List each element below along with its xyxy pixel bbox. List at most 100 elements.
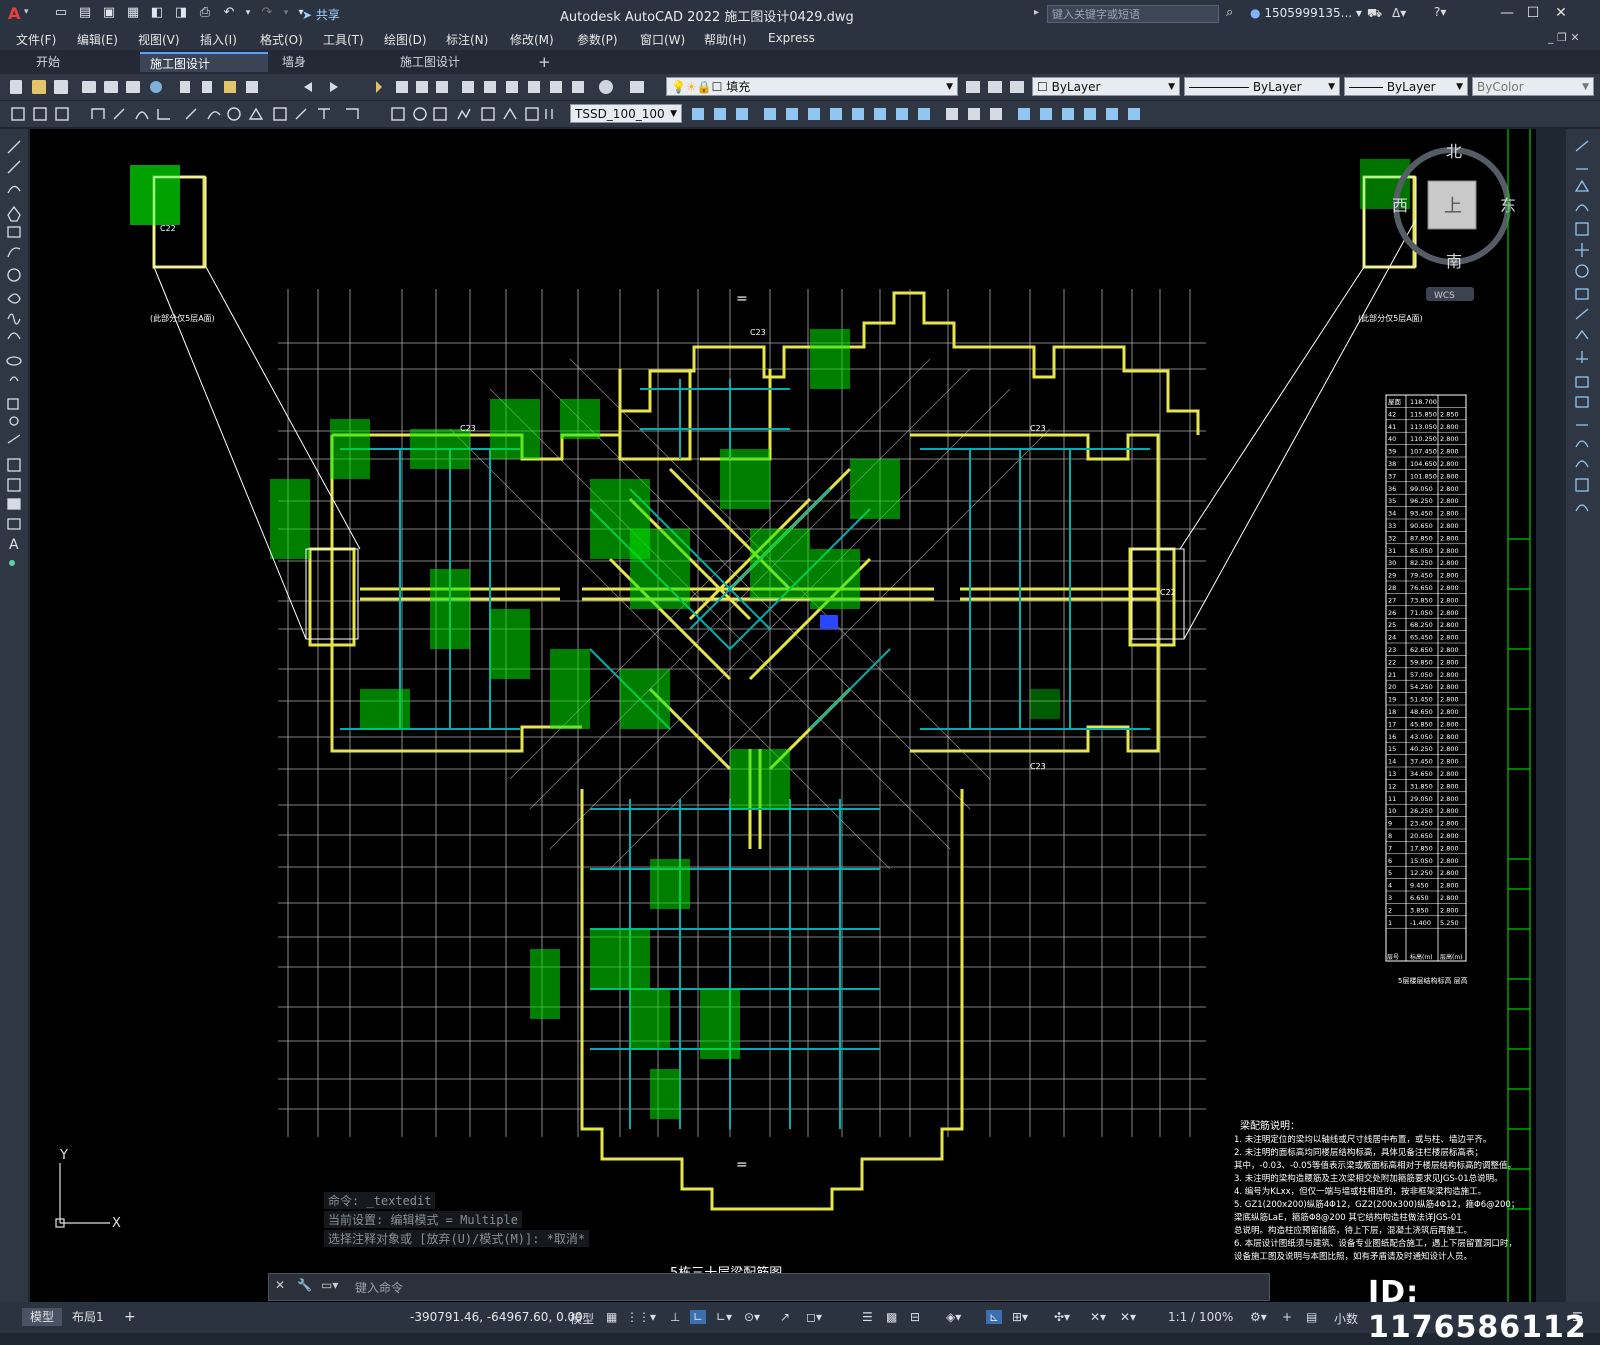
table-cell: 42 bbox=[1388, 410, 1396, 418]
autodesk-a360-icon[interactable]: Δ▾ bbox=[1392, 6, 1406, 20]
annotation-scale-value[interactable]: 1:1 / 100% bbox=[1168, 1310, 1233, 1324]
title-bar: A ▾ ▭ ▤ ▣ ▦ ◧ ◨ ⎙ ↶ ▾ ↷ ▾ ▾ ➤ 共享 Autodes… bbox=[0, 0, 1600, 28]
tab-active-drawing[interactable]: 施工图设计0429*✕ bbox=[140, 52, 268, 91]
menu-help[interactable]: 帮助(H) bbox=[704, 31, 746, 48]
drawing-canvas[interactable]: (此部分仅5层A面) (此部分仅5层A面) C23 C23 C23 C23 C2… bbox=[30, 129, 1536, 1302]
redo-icon[interactable]: ↷ bbox=[258, 5, 276, 21]
menu-view[interactable]: 视图(V) bbox=[138, 31, 180, 48]
floor-plan-drawing[interactable]: (此部分仅5层A面) (此部分仅5层A面) C23 C23 C23 C23 C2… bbox=[30, 129, 1536, 1302]
app-menu-chevron-icon[interactable]: ▾ bbox=[24, 7, 29, 17]
minimize-icon[interactable]: — bbox=[1496, 4, 1518, 22]
share-button[interactable]: ➤ 共享 bbox=[302, 6, 340, 23]
annotation-scale-icon[interactable]: ✕▾ bbox=[1120, 1310, 1136, 1324]
table-cell: 屋面 bbox=[1388, 398, 1402, 406]
osnap-tracking-icon[interactable]: ⊙▾ bbox=[744, 1310, 760, 1324]
menu-parametric[interactable]: 参数(P) bbox=[577, 31, 618, 48]
save-as-icon[interactable]: ▦ bbox=[124, 5, 142, 21]
table-cell: 7 bbox=[1388, 844, 1392, 852]
menu-format[interactable]: 格式(O) bbox=[260, 31, 303, 48]
units-icon[interactable]: ▤ bbox=[1306, 1310, 1317, 1324]
menu-dimension[interactable]: 标注(N) bbox=[446, 31, 488, 48]
doc-window-controls[interactable]: _ ❐ ✕ bbox=[1548, 31, 1580, 44]
open-folder-icon[interactable]: ▤ bbox=[76, 5, 94, 21]
ortho-icon[interactable]: ⊥ bbox=[670, 1310, 680, 1324]
gizmo-icon[interactable]: ✣▾ bbox=[1054, 1310, 1070, 1324]
object-snap-icon[interactable]: ↗ bbox=[780, 1310, 790, 1324]
search-input[interactable]: 键入关键字或短语 bbox=[1047, 5, 1219, 23]
units-value[interactable]: 小数 bbox=[1334, 1310, 1358, 1327]
command-line[interactable]: ✕ 🔧 ▭▾ 键入命令 bbox=[268, 1273, 1270, 1301]
menu-file[interactable]: 文件(F) bbox=[16, 31, 56, 48]
lineweight-dropdown[interactable]: ByLayer ▼ bbox=[1344, 77, 1468, 96]
selection-cycling-icon[interactable]: ⊟ bbox=[910, 1310, 920, 1324]
plus-icon[interactable]: + bbox=[1282, 1310, 1292, 1324]
color-dropdown[interactable]: ☐ ByLayer ▼ bbox=[1032, 77, 1180, 96]
dimstyle-dropdown[interactable]: TSSD_100_100 ▼ bbox=[570, 104, 682, 123]
autocad-logo[interactable]: A bbox=[8, 4, 20, 23]
tab-model[interactable]: 模型 bbox=[22, 1308, 63, 1326]
save-icon[interactable]: ▣ bbox=[100, 5, 118, 21]
dynamic-ucs-icon[interactable]: ⊾ bbox=[986, 1310, 1003, 1324]
draw-tool-icons[interactable]: A bbox=[0, 129, 28, 569]
redo-dropdown-icon[interactable]: ▾ bbox=[282, 5, 290, 21]
plot-icon[interactable]: ⎙ bbox=[196, 5, 214, 21]
wrench-icon[interactable]: 🔧 bbox=[297, 1278, 312, 1292]
layer-tools-icons[interactable] bbox=[964, 78, 1030, 96]
modify-tool-icons[interactable] bbox=[1566, 129, 1600, 519]
annotation-visibility-icon[interactable]: ✕▾ bbox=[1090, 1310, 1106, 1324]
lineweight-icon[interactable]: ☰ bbox=[862, 1310, 873, 1324]
tab-wall-section[interactable]: 墙身*✕ bbox=[272, 52, 382, 89]
close-icon[interactable]: ✕ bbox=[275, 1278, 285, 1292]
new-file-icon[interactable]: ▭ bbox=[52, 5, 70, 21]
command-input[interactable]: 键入命令 bbox=[355, 1279, 403, 1296]
3d-osnap-icon[interactable]: ◈▾ bbox=[946, 1310, 961, 1324]
save-web-icon[interactable]: ◨ bbox=[172, 5, 190, 21]
dimension-tool-icons[interactable] bbox=[6, 105, 566, 123]
tab-start[interactable]: 开始 bbox=[26, 52, 134, 72]
layer-dropdown[interactable]: 💡☀🔒☐ 填充 ▼ bbox=[666, 77, 958, 96]
tssd-tool-icons[interactable] bbox=[688, 105, 1178, 123]
menu-window[interactable]: 窗口(W) bbox=[640, 31, 685, 48]
linetype-dropdown[interactable]: ByLayer ▼ bbox=[1184, 77, 1340, 96]
close-icon[interactable]: ✕ bbox=[1550, 4, 1572, 22]
user-account[interactable]: ● 1505999135... ▾ bbox=[1250, 6, 1362, 20]
tab-drawing-0311[interactable]: 施工图设计0311*✕ bbox=[390, 52, 522, 89]
table-cell: 31.850 bbox=[1410, 782, 1433, 790]
plotstyle-dropdown[interactable]: ByColor ▼ bbox=[1472, 77, 1594, 96]
transparency-icon[interactable]: ▩ bbox=[886, 1310, 897, 1324]
osnap-icon[interactable]: ◻▾ bbox=[806, 1310, 822, 1324]
selection-filter-icon[interactable]: ⊞▾ bbox=[1012, 1310, 1028, 1324]
tab-layout1[interactable]: 布局1 bbox=[64, 1308, 112, 1326]
undo-dropdown-icon[interactable]: ▾ bbox=[244, 5, 252, 21]
command-prompt-icon[interactable]: ▭▾ bbox=[321, 1278, 338, 1292]
workspace-gear-icon[interactable]: ⚙▾ bbox=[1250, 1310, 1267, 1324]
open-web-icon[interactable]: ◧ bbox=[148, 5, 166, 21]
new-tab-button[interactable]: + bbox=[528, 52, 556, 72]
menu-modify[interactable]: 修改(M) bbox=[510, 31, 554, 48]
snap-icon[interactable]: ⋮⋮▾ bbox=[626, 1310, 656, 1324]
table-cell: 76.650 bbox=[1410, 584, 1433, 592]
menu-insert[interactable]: 插入(I) bbox=[200, 31, 237, 48]
menu-edit[interactable]: 编辑(E) bbox=[77, 31, 118, 48]
table-cell: 79.450 bbox=[1410, 572, 1433, 580]
maximize-icon[interactable]: ☐ bbox=[1522, 4, 1544, 22]
table-cell: 93.450 bbox=[1410, 510, 1433, 518]
chevron-right-icon[interactable]: ▸ bbox=[1034, 7, 1039, 18]
standard-tool-icons[interactable] bbox=[6, 78, 656, 96]
menu-tools[interactable]: 工具(T) bbox=[323, 31, 364, 48]
lock-icon: 🔒 bbox=[696, 80, 712, 94]
menu-draw[interactable]: 绘图(D) bbox=[384, 31, 427, 48]
add-layout-button[interactable]: + bbox=[116, 1308, 144, 1326]
grid-icon[interactable]: ▦ bbox=[606, 1310, 617, 1324]
table-cell: 113.050 bbox=[1410, 423, 1437, 431]
help-icon[interactable]: ?▾ bbox=[1434, 5, 1446, 19]
cart-icon[interactable]: ⛟ bbox=[1367, 6, 1382, 22]
polar-icon[interactable]: ∟ bbox=[690, 1310, 707, 1324]
table-header-floor: 层号 bbox=[1387, 954, 1399, 961]
model-space-toggle[interactable]: 模型 bbox=[570, 1310, 594, 1327]
menu-express[interactable]: Express bbox=[768, 31, 815, 45]
isodraft-icon[interactable]: ∟▾ bbox=[716, 1310, 732, 1324]
undo-icon[interactable]: ↶ bbox=[220, 5, 238, 21]
table-cell: 2.800 bbox=[1440, 795, 1459, 803]
search-icon[interactable]: ⌕ bbox=[1226, 5, 1233, 20]
